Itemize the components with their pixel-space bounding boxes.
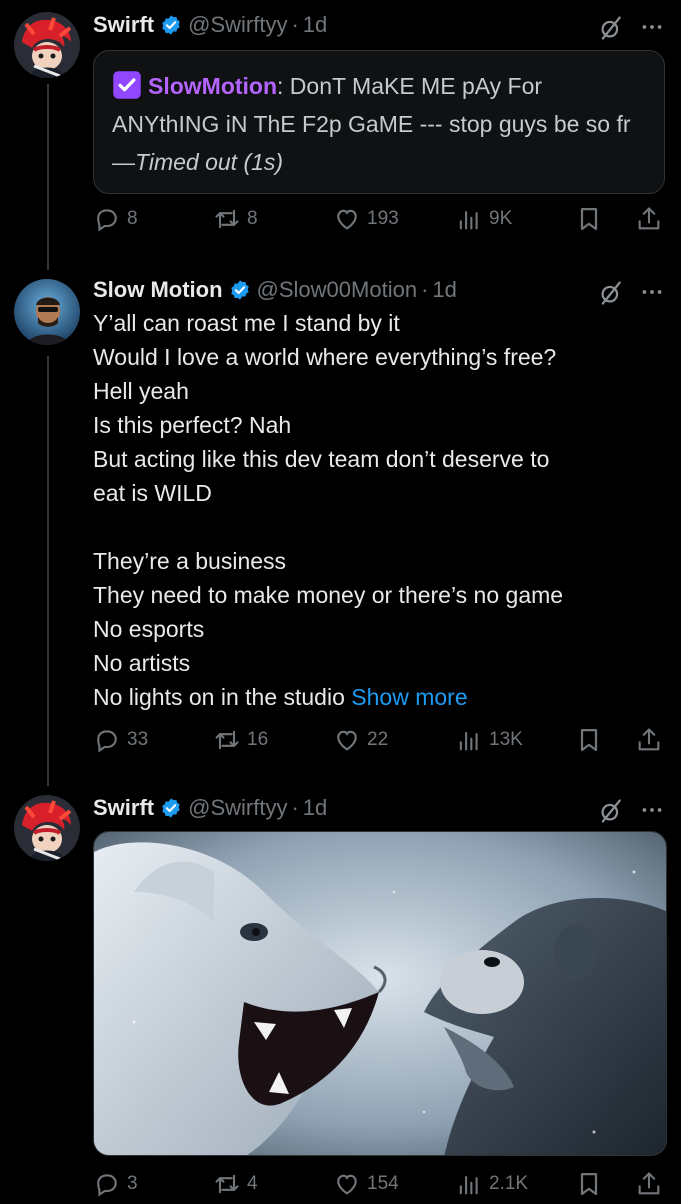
action-bar: 8 8 193 9K xyxy=(93,205,665,239)
tweet-header: Slow Motion @Slow00Motion · 1d xyxy=(93,275,457,305)
action-bar: 33 16 22 13K xyxy=(93,726,665,760)
tweet[interactable]: Swirft @Swirftyy · 1d SlowMotion: DonT M… xyxy=(0,10,681,250)
reply-button[interactable]: 3 xyxy=(93,1170,138,1198)
handle[interactable]: @Swirftyy xyxy=(188,12,287,38)
avatar[interactable] xyxy=(14,279,80,345)
repost-button[interactable]: 4 xyxy=(213,1170,258,1198)
repost-count: 8 xyxy=(247,208,258,229)
verified-badge-icon xyxy=(229,279,251,301)
handle[interactable]: @Swirftyy xyxy=(188,795,287,821)
reply-count: 8 xyxy=(127,208,138,229)
like-icon xyxy=(333,1170,361,1198)
tweet-body: Y’all can roast me I stand by it Would I… xyxy=(93,306,665,714)
reply-icon xyxy=(93,726,121,754)
verified-badge-icon xyxy=(160,14,182,36)
timestamp[interactable]: 1d xyxy=(303,795,327,821)
display-name[interactable]: Slow Motion xyxy=(93,277,223,303)
more-icon[interactable] xyxy=(639,279,665,305)
views-count: 9K xyxy=(489,208,513,229)
more-icon[interactable] xyxy=(639,14,665,40)
tweet-text: Y’all can roast me I stand by it Would I… xyxy=(93,310,564,710)
share-icon xyxy=(635,205,663,233)
repost-count: 16 xyxy=(247,729,269,750)
avatar[interactable] xyxy=(14,795,80,861)
display-name[interactable]: Swirft xyxy=(93,795,154,821)
bookmark-button[interactable] xyxy=(575,1170,609,1198)
handle[interactable]: @Slow00Motion xyxy=(257,277,418,303)
tweet-header: Swirft @Swirftyy · 1d xyxy=(93,10,327,40)
more-icon[interactable] xyxy=(639,797,665,823)
separator-dot: · xyxy=(291,795,299,820)
purple-check-icon xyxy=(113,71,141,99)
like-button[interactable]: 193 xyxy=(333,205,399,233)
separator-dot: · xyxy=(421,277,429,302)
timestamp[interactable]: 1d xyxy=(303,12,327,38)
grok-icon[interactable] xyxy=(597,14,625,42)
action-bar: 3 4 154 2.1K xyxy=(93,1170,665,1204)
views-button[interactable]: 2.1K xyxy=(455,1170,528,1198)
repost-button[interactable]: 8 xyxy=(213,205,258,233)
reply-icon xyxy=(93,1170,121,1198)
tweet-header: Swirft @Swirftyy · 1d xyxy=(93,793,327,823)
like-count: 22 xyxy=(367,729,389,750)
grok-icon[interactable] xyxy=(597,279,625,307)
like-count: 193 xyxy=(367,208,399,229)
reply-icon xyxy=(93,205,121,233)
timestamp[interactable]: 1d xyxy=(432,277,456,303)
share-icon xyxy=(635,1170,663,1198)
repost-button[interactable]: 16 xyxy=(213,726,268,754)
avatar[interactable] xyxy=(14,12,80,78)
like-button[interactable]: 154 xyxy=(333,1170,399,1198)
like-icon xyxy=(333,205,361,233)
quote-username: SlowMotion xyxy=(148,73,278,99)
repost-count: 4 xyxy=(247,1173,258,1194)
reply-count: 33 xyxy=(127,729,149,750)
share-button[interactable] xyxy=(635,205,669,233)
repost-icon xyxy=(213,1170,241,1198)
bookmark-icon xyxy=(575,205,603,233)
views-icon xyxy=(455,726,483,754)
bookmark-button[interactable] xyxy=(575,726,609,754)
views-icon xyxy=(455,205,483,233)
separator-dot: · xyxy=(291,12,299,37)
views-button[interactable]: 9K xyxy=(455,205,512,233)
reply-button[interactable]: 33 xyxy=(93,726,148,754)
lioness-chimpanzee-image xyxy=(94,832,666,1155)
repost-icon xyxy=(213,205,241,233)
reply-button[interactable]: 8 xyxy=(93,205,138,233)
reply-count: 3 xyxy=(127,1173,138,1194)
share-button[interactable] xyxy=(635,1170,669,1198)
like-count: 154 xyxy=(367,1173,399,1194)
views-count: 2.1K xyxy=(489,1173,529,1194)
quoted-message[interactable]: SlowMotion: DonT MaKE ME pAy For ANYthIN… xyxy=(93,50,665,194)
views-count: 13K xyxy=(489,729,523,750)
grok-icon[interactable] xyxy=(597,797,625,825)
bookmark-icon xyxy=(575,1170,603,1198)
quote-suffix: Timed out (1s) xyxy=(135,149,284,175)
tweet-image[interactable] xyxy=(93,831,667,1156)
share-icon xyxy=(635,726,663,754)
display-name[interactable]: Swirft xyxy=(93,12,154,38)
bookmark-button[interactable] xyxy=(575,205,609,233)
show-more-link[interactable]: Show more xyxy=(351,684,467,710)
views-button[interactable]: 13K xyxy=(455,726,523,754)
repost-icon xyxy=(213,726,241,754)
like-icon xyxy=(333,726,361,754)
like-button[interactable]: 22 xyxy=(333,726,388,754)
views-icon xyxy=(455,1170,483,1198)
share-button[interactable] xyxy=(635,726,669,754)
verified-badge-icon xyxy=(160,797,182,819)
bookmark-icon xyxy=(575,726,603,754)
